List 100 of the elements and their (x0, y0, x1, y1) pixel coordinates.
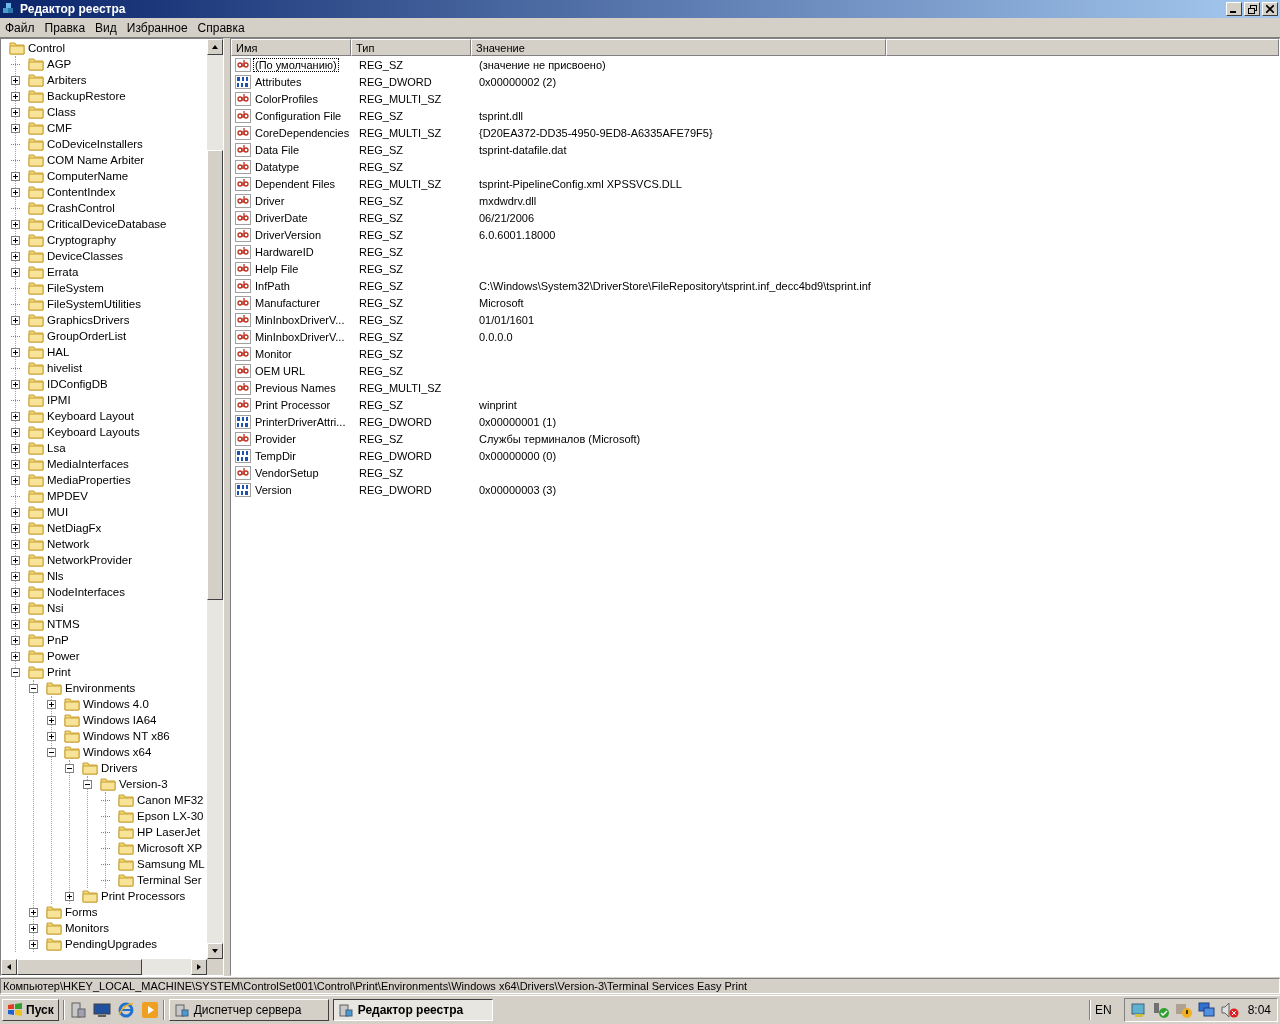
scroll-down-button[interactable] (207, 943, 223, 959)
menu-item[interactable]: Справка (192, 20, 250, 35)
tree-item[interactable]: Network (46, 538, 91, 550)
tree-item[interactable]: ComputerName (46, 170, 130, 182)
value-name[interactable]: Help File (253, 261, 301, 276)
tree-item[interactable]: Windows NT x86 (82, 730, 171, 742)
scroll-thumb[interactable] (17, 959, 142, 975)
tree-item[interactable]: NTMS (46, 618, 81, 630)
value-name[interactable]: Print Processor (253, 397, 333, 412)
tree-item[interactable]: CMF (46, 122, 73, 134)
tree-item[interactable]: MPDEV (46, 490, 89, 502)
value-name[interactable]: VendorSetup (253, 465, 321, 480)
expand-icon[interactable] (29, 923, 38, 933)
tree-item[interactable]: Lsa (46, 442, 67, 454)
value-name[interactable]: DriverVersion (253, 227, 324, 242)
value-name[interactable]: Previous Names (253, 380, 338, 395)
tree-item[interactable]: Windows 4.0 (82, 698, 150, 710)
value-name[interactable]: MinInboxDriverV... (253, 312, 347, 327)
tree-item[interactable]: HAL (46, 346, 71, 358)
value-name[interactable]: OEM URL (253, 363, 308, 378)
value-name[interactable]: Provider (253, 431, 298, 446)
expand-icon[interactable] (11, 379, 20, 389)
value-name[interactable]: Driver (253, 193, 287, 208)
warning-shield-icon[interactable] (1174, 1002, 1193, 1018)
expand-icon[interactable] (47, 715, 56, 725)
tree-item[interactable]: BackupRestore (46, 90, 127, 102)
value-name[interactable]: CoreDependencies (253, 125, 352, 140)
minimize-button[interactable] (1226, 2, 1242, 16)
tree-item[interactable]: Environments (64, 682, 137, 694)
menu-item[interactable]: Правка (39, 20, 91, 35)
taskbar-button[interactable]: Редактор реестра (332, 999, 493, 1021)
restore-button[interactable] (1244, 2, 1260, 16)
server-icon[interactable] (68, 1001, 87, 1019)
tree-item[interactable]: Drivers (100, 762, 139, 774)
tree-item[interactable]: HP LaserJet (136, 826, 202, 838)
network-icon[interactable] (1197, 1002, 1216, 1018)
tree-item[interactable]: NetworkProvider (46, 554, 133, 566)
expand-icon[interactable] (29, 939, 38, 949)
expand-icon[interactable] (11, 107, 20, 117)
tree-item[interactable]: Windows x64 (82, 746, 153, 758)
value-name[interactable]: Attributes (253, 74, 304, 89)
clock[interactable]: 8:04 (1247, 1003, 1271, 1017)
language-indicator[interactable]: EN (1094, 1003, 1112, 1017)
tree-item[interactable]: Cryptography (46, 234, 118, 246)
expand-icon[interactable] (11, 539, 20, 549)
tree-item[interactable]: Canon MF32 (136, 794, 205, 806)
expand-icon[interactable] (11, 267, 20, 277)
scroll-up-button[interactable] (207, 39, 223, 55)
scroll-thumb[interactable] (207, 150, 223, 600)
expand-icon[interactable] (11, 187, 20, 197)
tree-item[interactable]: DeviceClasses (46, 250, 125, 262)
tree-item[interactable]: Print (46, 666, 72, 678)
column-header[interactable]: Имя (231, 39, 351, 56)
expand-icon[interactable] (11, 523, 20, 533)
expand-icon[interactable] (11, 443, 20, 453)
expand-icon[interactable] (11, 251, 20, 261)
menu-item[interactable]: Избранное (121, 20, 193, 35)
collapse-icon[interactable] (29, 683, 38, 693)
tree-item[interactable]: Control (27, 42, 67, 54)
desktop-icon[interactable] (92, 1001, 111, 1019)
expand-icon[interactable] (11, 427, 20, 437)
expand-icon[interactable] (65, 891, 74, 901)
value-name[interactable]: Manufacturer (253, 295, 322, 310)
tree-item[interactable]: MUI (46, 506, 70, 518)
tree-item[interactable]: Power (46, 650, 81, 662)
start-button[interactable]: Пуск (2, 999, 59, 1021)
tree-item[interactable]: ContentIndex (46, 186, 117, 198)
tree-item[interactable]: MediaInterfaces (46, 458, 130, 470)
tree-item[interactable]: Nls (46, 570, 65, 582)
expand-icon[interactable] (11, 171, 20, 181)
collapse-icon[interactable] (65, 763, 74, 773)
tree-item[interactable]: GraphicsDrivers (46, 314, 131, 326)
close-button[interactable] (1262, 2, 1278, 16)
browser-icon[interactable] (116, 1001, 135, 1019)
tree-item[interactable]: Monitors (64, 922, 111, 934)
expand-icon[interactable] (11, 411, 20, 421)
expand-icon[interactable] (11, 507, 20, 517)
menu-item[interactable]: Вид (90, 20, 122, 35)
tree-item[interactable]: Class (46, 106, 77, 118)
value-name[interactable]: Configuration File (253, 108, 344, 123)
taskbar-button[interactable]: Диспетчер сервера (168, 999, 329, 1021)
value-name[interactable]: Data File (253, 142, 302, 157)
value-name[interactable]: DriverDate (253, 210, 310, 225)
expand-icon[interactable] (11, 235, 20, 245)
tree-item[interactable]: NodeInterfaces (46, 586, 126, 598)
tree-item[interactable]: AGP (46, 58, 73, 70)
tree-item[interactable]: Terminal Ser (136, 874, 203, 886)
collapse-icon[interactable] (11, 667, 20, 677)
collapse-icon[interactable] (83, 779, 92, 789)
column-header[interactable]: Тип (351, 39, 471, 56)
tree-item[interactable]: NetDiagFx (46, 522, 103, 534)
tree-item[interactable]: Keyboard Layout (46, 410, 135, 422)
value-name[interactable]: Datatype (253, 159, 302, 174)
expand-icon[interactable] (11, 555, 20, 565)
tree-item[interactable]: Forms (64, 906, 99, 918)
scroll-right-button[interactable] (191, 959, 207, 975)
expand-icon[interactable] (29, 907, 38, 917)
speaker-muted-icon[interactable] (1220, 1002, 1239, 1018)
tree-item[interactable]: MediaProperties (46, 474, 132, 486)
vertical-scrollbar[interactable] (207, 39, 223, 959)
